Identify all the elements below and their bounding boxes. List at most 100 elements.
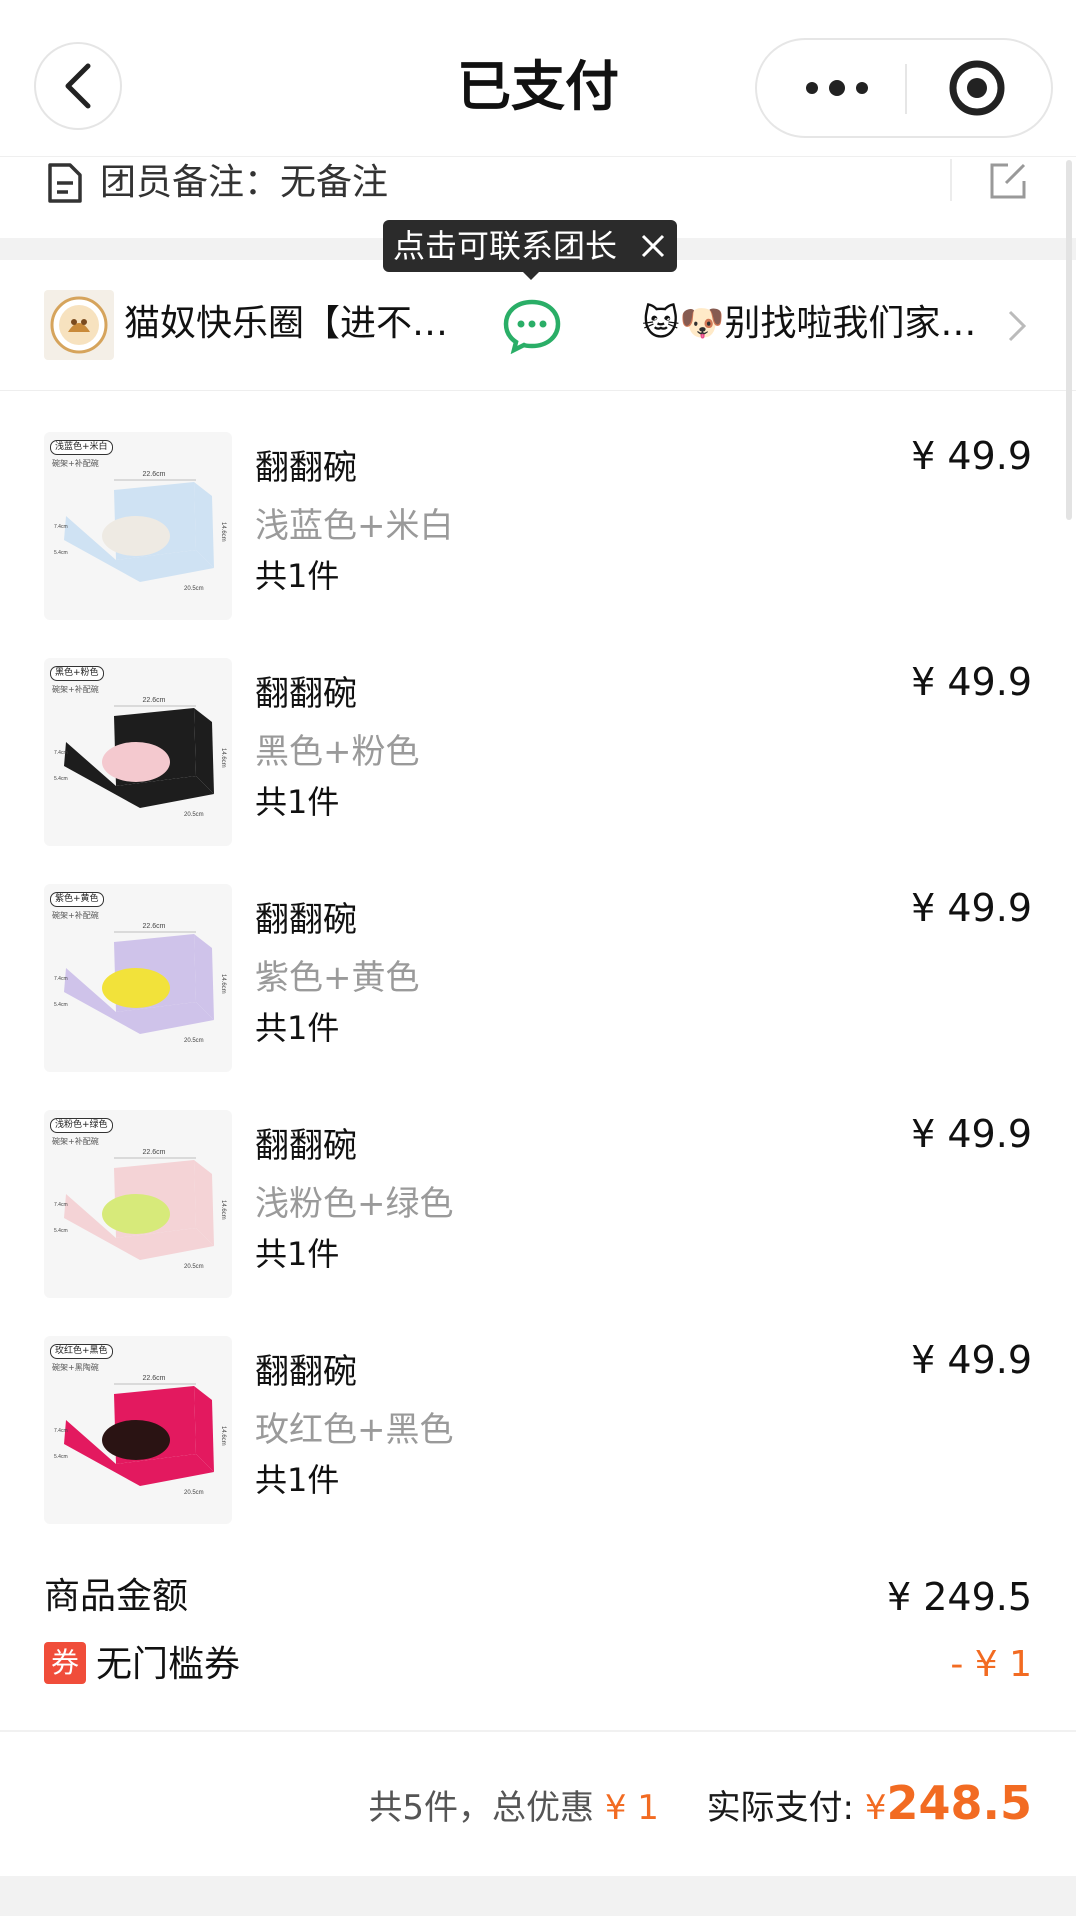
product-price: ¥ 49.9 bbox=[911, 660, 1032, 704]
target-icon bbox=[949, 60, 1005, 116]
product-name: 翻翻碗 bbox=[255, 674, 357, 714]
group-name: 猫奴快乐圈【进不… bbox=[124, 303, 449, 344]
product-item[interactable]: 浅粉色+绿色 碗架+补配碗 22.6cm 14.6cm 7.4cm 5.4cm … bbox=[0, 1110, 1076, 1336]
product-item[interactable]: 玫红色+黑色 碗架+黑陶碗 22.6cm 14.6cm 7.4cm 5.4cm … bbox=[0, 1336, 1076, 1562]
total-row: 共5件，总优惠 ¥ 1 实际支付: ¥248.5 bbox=[0, 1770, 1076, 1840]
product-image-tag: 浅蓝色+米白 bbox=[50, 440, 113, 455]
capsule-divider bbox=[905, 64, 907, 114]
edit-icon[interactable] bbox=[986, 159, 1030, 203]
product-image: 玫红色+黑色 碗架+黑陶碗 22.6cm 14.6cm 7.4cm 5.4cm … bbox=[44, 1336, 232, 1524]
svg-text:20.5cm: 20.5cm bbox=[184, 586, 204, 592]
svg-text:22.6cm: 22.6cm bbox=[143, 923, 166, 930]
product-image-tag: 黑色+粉色 bbox=[50, 666, 104, 681]
coupon-label: 无门槛券 bbox=[96, 1644, 241, 1685]
product-image: 浅粉色+绿色 碗架+补配碗 22.6cm 14.6cm 7.4cm 5.4cm … bbox=[44, 1110, 232, 1298]
close-miniprogram-button[interactable] bbox=[917, 50, 1037, 126]
group-slogan: 🐱🐶别找啦我们家… bbox=[642, 303, 977, 344]
product-quantity: 共1件 bbox=[255, 783, 340, 821]
svg-text:5.4cm: 5.4cm bbox=[54, 1002, 68, 1008]
total-line: 共5件，总优惠 ¥ 1 实际支付: ¥248.5 bbox=[368, 1770, 1032, 1841]
product-image-subtag: 碗架+补配碗 bbox=[52, 685, 99, 694]
svg-text:7.4cm: 7.4cm bbox=[54, 750, 68, 756]
svg-text:5.4cm: 5.4cm bbox=[54, 776, 68, 782]
product-price: ¥ 49.9 bbox=[911, 434, 1032, 478]
group-logo-icon bbox=[50, 296, 108, 354]
product-image-tag: 浅粉色+绿色 bbox=[50, 1118, 113, 1133]
product-item[interactable]: 紫色+黄色 碗架+补配碗 22.6cm 14.6cm 7.4cm 5.4cm 2… bbox=[0, 884, 1076, 1110]
coupon-value: - ¥ 1 bbox=[950, 1644, 1032, 1685]
total-discount: ¥ 1 bbox=[604, 1788, 659, 1828]
total-divider bbox=[0, 1730, 1076, 1732]
product-image: 黑色+粉色 碗架+补配碗 22.6cm 14.6cm 7.4cm 5.4cm 2… bbox=[44, 658, 232, 846]
svg-text:7.4cm: 7.4cm bbox=[54, 524, 68, 530]
product-name: 翻翻碗 bbox=[255, 1126, 357, 1166]
product-variant: 黑色+粉色 bbox=[255, 732, 420, 772]
scrollbar[interactable] bbox=[1066, 160, 1072, 520]
product-name: 翻翻碗 bbox=[255, 1352, 357, 1392]
svg-text:5.4cm: 5.4cm bbox=[54, 1228, 68, 1234]
product-variant: 浅蓝色+米白 bbox=[255, 506, 454, 546]
svg-text:22.6cm: 22.6cm bbox=[143, 697, 166, 704]
goods-amount-value: ¥ 249.5 bbox=[886, 1575, 1032, 1619]
product-quantity: 共1件 bbox=[255, 1461, 340, 1499]
product-image: 紫色+黄色 碗架+补配碗 22.6cm 14.6cm 7.4cm 5.4cm 2… bbox=[44, 884, 232, 1072]
product-image-subtag: 碗架+黑陶碗 bbox=[52, 1363, 99, 1372]
product-quantity: 共1件 bbox=[255, 1235, 340, 1273]
mini-program-capsule bbox=[755, 38, 1053, 138]
svg-text:20.5cm: 20.5cm bbox=[184, 1490, 204, 1496]
more-dots-icon bbox=[806, 80, 868, 96]
contact-leader-tooltip[interactable]: 点击可联系团长 bbox=[383, 220, 677, 272]
product-image-tag: 玫红色+黑色 bbox=[50, 1344, 113, 1359]
product-quantity: 共1件 bbox=[255, 1009, 340, 1047]
wechat-chat-icon[interactable] bbox=[502, 298, 562, 354]
svg-text:20.5cm: 20.5cm bbox=[184, 1264, 204, 1270]
tooltip-arrow bbox=[521, 270, 541, 280]
member-note-text: 团员备注：无备注 bbox=[100, 162, 389, 203]
product-name: 翻翻碗 bbox=[255, 900, 357, 940]
pay-label: 实际支付: bbox=[706, 1788, 855, 1828]
product-item[interactable]: 黑色+粉色 碗架+补配碗 22.6cm 14.6cm 7.4cm 5.4cm 2… bbox=[0, 658, 1076, 884]
product-variant: 玫红色+黑色 bbox=[255, 1410, 454, 1450]
svg-text:7.4cm: 7.4cm bbox=[54, 976, 68, 982]
chevron-right-icon bbox=[1008, 310, 1027, 342]
product-image: 浅蓝色+米白 碗架+补配碗 22.6cm 14.6cm 7.4cm 5.4cm … bbox=[44, 432, 232, 620]
svg-text:20.5cm: 20.5cm bbox=[184, 812, 204, 818]
product-price: ¥ 49.9 bbox=[911, 1338, 1032, 1382]
svg-text:22.6cm: 22.6cm bbox=[143, 471, 166, 478]
svg-text:7.4cm: 7.4cm bbox=[54, 1428, 68, 1434]
svg-text:22.6cm: 22.6cm bbox=[143, 1375, 166, 1382]
group-avatar bbox=[44, 290, 114, 360]
product-image-subtag: 碗架+补配碗 bbox=[52, 1137, 99, 1146]
product-list: 浅蓝色+米白 碗架+补配碗 22.6cm 14.6cm 7.4cm 5.4cm … bbox=[0, 432, 1076, 1562]
coupon-row: 券 无门槛券 - ¥ 1 bbox=[0, 1636, 1076, 1694]
svg-text:5.4cm: 5.4cm bbox=[54, 1454, 68, 1460]
svg-text:5.4cm: 5.4cm bbox=[54, 550, 68, 556]
product-item[interactable]: 浅蓝色+米白 碗架+补配碗 22.6cm 14.6cm 7.4cm 5.4cm … bbox=[0, 432, 1076, 658]
product-price: ¥ 49.9 bbox=[911, 886, 1032, 930]
tooltip-text: 点击可联系团长 bbox=[393, 227, 618, 265]
svg-text:20.5cm: 20.5cm bbox=[184, 1038, 204, 1044]
close-icon[interactable] bbox=[639, 232, 667, 260]
svg-text:22.6cm: 22.6cm bbox=[143, 1149, 166, 1156]
pay-amount: 248.5 bbox=[886, 1776, 1032, 1830]
svg-text:14.6cm: 14.6cm bbox=[220, 522, 226, 542]
product-quantity: 共1件 bbox=[255, 557, 340, 595]
svg-text:14.6cm: 14.6cm bbox=[220, 1426, 226, 1446]
nav-header: 已支付 bbox=[0, 0, 1076, 156]
product-image-tag: 紫色+黄色 bbox=[50, 892, 104, 907]
product-image-subtag: 碗架+补配碗 bbox=[52, 459, 99, 468]
product-name: 翻翻碗 bbox=[255, 448, 357, 488]
product-image-subtag: 碗架+补配碗 bbox=[52, 911, 99, 920]
document-icon bbox=[48, 163, 82, 203]
more-button[interactable] bbox=[777, 50, 897, 126]
pay-currency: ¥ bbox=[864, 1788, 887, 1828]
coupon-badge: 券 bbox=[44, 1642, 86, 1684]
note-divider bbox=[950, 159, 952, 201]
bottom-divider bbox=[0, 1876, 1076, 1916]
svg-text:14.6cm: 14.6cm bbox=[220, 974, 226, 994]
product-variant: 浅粉色+绿色 bbox=[255, 1184, 454, 1224]
svg-text:14.6cm: 14.6cm bbox=[220, 748, 226, 768]
goods-amount-label: 商品金额 bbox=[44, 1576, 189, 1617]
svg-text:7.4cm: 7.4cm bbox=[54, 1202, 68, 1208]
svg-text:14.6cm: 14.6cm bbox=[220, 1200, 226, 1220]
